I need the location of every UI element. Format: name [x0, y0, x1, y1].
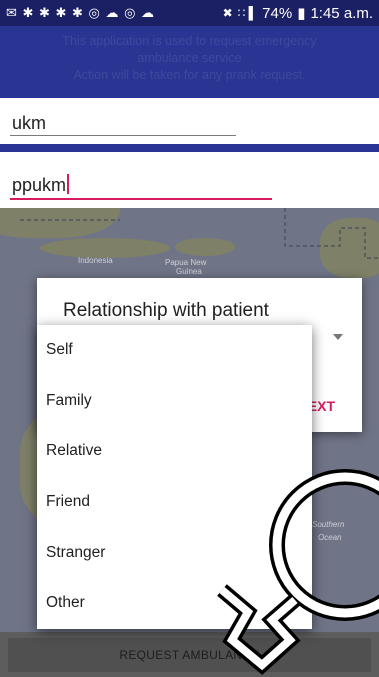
bottom-bar: REQUEST AMBULANCE: [0, 632, 379, 677]
input-field-1-value[interactable]: ukm: [12, 113, 46, 134]
input-field-1-underline: [10, 135, 236, 136]
mute-icon: ✖: [222, 6, 233, 20]
dialog-title: Relationship with patient: [63, 300, 269, 321]
input-field-2-underline: [10, 198, 272, 200]
notification-icons: ✉ ✱ ✱ ✱ ✱ ◎ ☁ ◎ ☁: [6, 5, 155, 21]
map-label-ocean-2: Ocean: [318, 533, 342, 542]
signal-icon: ∷ ▌: [237, 6, 258, 20]
option-relative[interactable]: Relative: [37, 426, 312, 477]
dropdown-arrow-icon[interactable]: [333, 334, 343, 340]
option-family[interactable]: Family: [37, 376, 312, 427]
option-other[interactable]: Other: [37, 578, 312, 629]
banner-line-2: ambulance service: [137, 51, 242, 65]
notification-icons-glyphs: ✉ ✱ ✱ ✱ ✱ ◎ ☁ ◎ ☁: [6, 5, 156, 20]
map-label-indonesia: Indonesia: [78, 256, 113, 265]
input-field-2[interactable]: ppukm: [0, 152, 379, 208]
option-self[interactable]: Self: [37, 325, 312, 376]
option-stranger[interactable]: Stranger: [37, 527, 312, 578]
map-label-ocean-1: Southern: [312, 520, 345, 529]
warning-banner: This application is used to request emer…: [0, 26, 379, 98]
battery-icon: ▮: [297, 5, 306, 22]
banner-line-3: Action will be taken for any prank reque…: [73, 68, 306, 82]
status-bar: ✉ ✱ ✱ ✱ ✱ ◎ ☁ ◎ ☁ ✖ ∷ ▌ 74% ▮ 1:45 a.m.: [0, 0, 379, 26]
map-label-png-2: Guinea: [176, 267, 202, 276]
field-separator: [0, 144, 379, 152]
banner-line-1: This application is used to request emer…: [62, 34, 317, 48]
input-field-2-value[interactable]: ppukm: [12, 175, 66, 195]
input-field-1[interactable]: ukm: [0, 98, 379, 144]
option-friend[interactable]: Friend: [37, 477, 312, 528]
battery-percent: 74%: [262, 4, 293, 22]
input-field-2-text[interactable]: ppukm: [12, 174, 70, 196]
map-label-png-1: Papua New: [165, 258, 207, 267]
text-cursor: [67, 174, 70, 194]
status-right: ✖ ∷ ▌ 74% ▮ 1:45 a.m.: [222, 4, 373, 23]
relationship-options-list: Self Family Relative Friend Stranger Oth…: [37, 325, 312, 629]
status-time: 1:45 a.m.: [310, 4, 373, 22]
request-ambulance-button[interactable]: REQUEST AMBULANCE: [8, 638, 371, 672]
